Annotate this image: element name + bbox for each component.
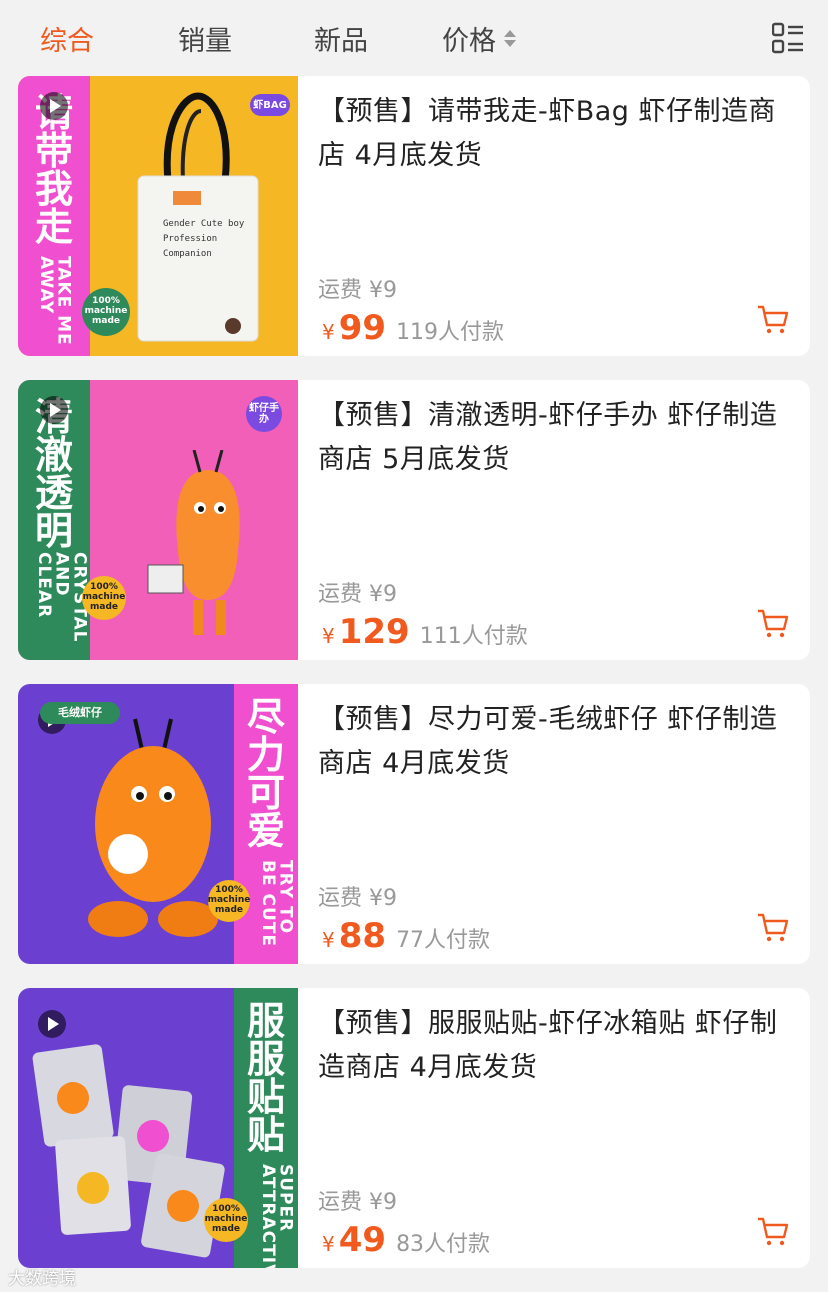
product-price: 88 — [338, 916, 387, 956]
shipping-fee: 运费 ¥9 — [318, 1190, 397, 1215]
svg-text:Profession: Profession — [163, 234, 217, 244]
price-row: ¥ 49 83人付款 — [322, 1220, 490, 1260]
add-to-cart-icon[interactable] — [756, 304, 790, 336]
shipping-fee: 运费 ¥9 — [318, 582, 397, 607]
product-image[interactable]: 服服贴贴 SUPER ATTRACTIVE 100% machine made — [18, 988, 298, 1268]
add-to-cart-icon[interactable] — [756, 608, 790, 640]
sales-count: 111人付款 — [419, 624, 528, 649]
add-to-cart-icon[interactable] — [756, 912, 790, 944]
product-title[interactable]: 【预售】请带我走-虾Bag 虾仔制造商店 4月底发货 — [318, 90, 780, 178]
product-price: 49 — [338, 1220, 387, 1260]
shipping-fee: 运费 ¥9 — [318, 278, 397, 303]
currency-symbol: ¥ — [322, 928, 335, 952]
sort-tab-price[interactable]: 价格 — [442, 0, 516, 76]
sort-tab-new[interactable]: 新品 — [314, 0, 368, 76]
sort-tab-price-label: 价格 — [442, 25, 496, 57]
list-view-toggle-icon[interactable] — [772, 22, 804, 54]
svg-text:Gender Cute boy: Gender Cute boy — [163, 219, 245, 229]
product-card[interactable]: 服服贴贴 SUPER ATTRACTIVE 100% machine made … — [18, 988, 810, 1268]
sort-tab-sales[interactable]: 销量 — [178, 0, 232, 76]
product-card[interactable]: 尽力可爱 TRY TO BE CUTE 毛绒虾仔 100% machine ma… — [18, 684, 810, 964]
product-card[interactable]: 清澈透明 CRYSTAL AND CLEAR 虾仔手办 100% machine… — [18, 380, 810, 660]
svg-text:Companion: Companion — [163, 249, 212, 259]
shipping-fee: 运费 ¥9 — [318, 886, 397, 911]
add-to-cart-icon[interactable] — [756, 1216, 790, 1248]
currency-symbol: ¥ — [322, 320, 335, 344]
product-info: 【预售】尽力可爱-毛绒虾仔 虾仔制造商店 4月底发货 运费 ¥9 ¥ 88 77… — [318, 684, 810, 964]
product-title[interactable]: 【预售】尽力可爱-毛绒虾仔 虾仔制造商店 4月底发货 — [318, 698, 780, 786]
sort-bar: 综合 销量 新品 价格 — [0, 0, 828, 76]
product-image[interactable]: 清澈透明 CRYSTAL AND CLEAR 虾仔手办 100% machine… — [18, 380, 298, 660]
currency-symbol: ¥ — [322, 1232, 335, 1256]
sort-tab-comprehensive[interactable]: 综合 — [40, 0, 94, 76]
product-price: 129 — [338, 612, 410, 652]
product-title[interactable]: 【预售】清澈透明-虾仔手办 虾仔制造商店 5月底发货 — [318, 394, 780, 482]
product-title[interactable]: 【预售】服服贴贴-虾仔冰箱贴 虾仔制造商店 4月底发货 — [318, 1002, 780, 1090]
sort-order-icon — [504, 29, 516, 47]
product-info: 【预售】请带我走-虾Bag 虾仔制造商店 4月底发货 运费 ¥9 ¥ 99 11… — [318, 76, 810, 356]
sales-count: 77人付款 — [396, 928, 491, 953]
sales-count: 83人付款 — [396, 1232, 491, 1257]
sales-count: 119人付款 — [396, 320, 505, 345]
currency-symbol: ¥ — [322, 624, 335, 648]
watermark: 大数跨境 — [8, 1269, 76, 1289]
price-row: ¥ 88 77人付款 — [322, 916, 490, 956]
product-info: 【预售】清澈透明-虾仔手办 虾仔制造商店 5月底发货 运费 ¥9 ¥ 129 1… — [318, 380, 810, 660]
product-info: 【预售】服服贴贴-虾仔冰箱贴 虾仔制造商店 4月底发货 运费 ¥9 ¥ 49 8… — [318, 988, 810, 1268]
product-image[interactable]: 尽力可爱 TRY TO BE CUTE 毛绒虾仔 100% machine ma… — [18, 684, 298, 964]
price-row: ¥ 99 119人付款 — [322, 308, 504, 348]
product-image[interactable]: 请带我走 TAKE ME AWAY Gender Cute boy Profes… — [18, 76, 298, 356]
product-price: 99 — [338, 308, 387, 348]
product-card[interactable]: 请带我走 TAKE ME AWAY Gender Cute boy Profes… — [18, 76, 810, 356]
price-row: ¥ 129 111人付款 — [322, 612, 528, 652]
